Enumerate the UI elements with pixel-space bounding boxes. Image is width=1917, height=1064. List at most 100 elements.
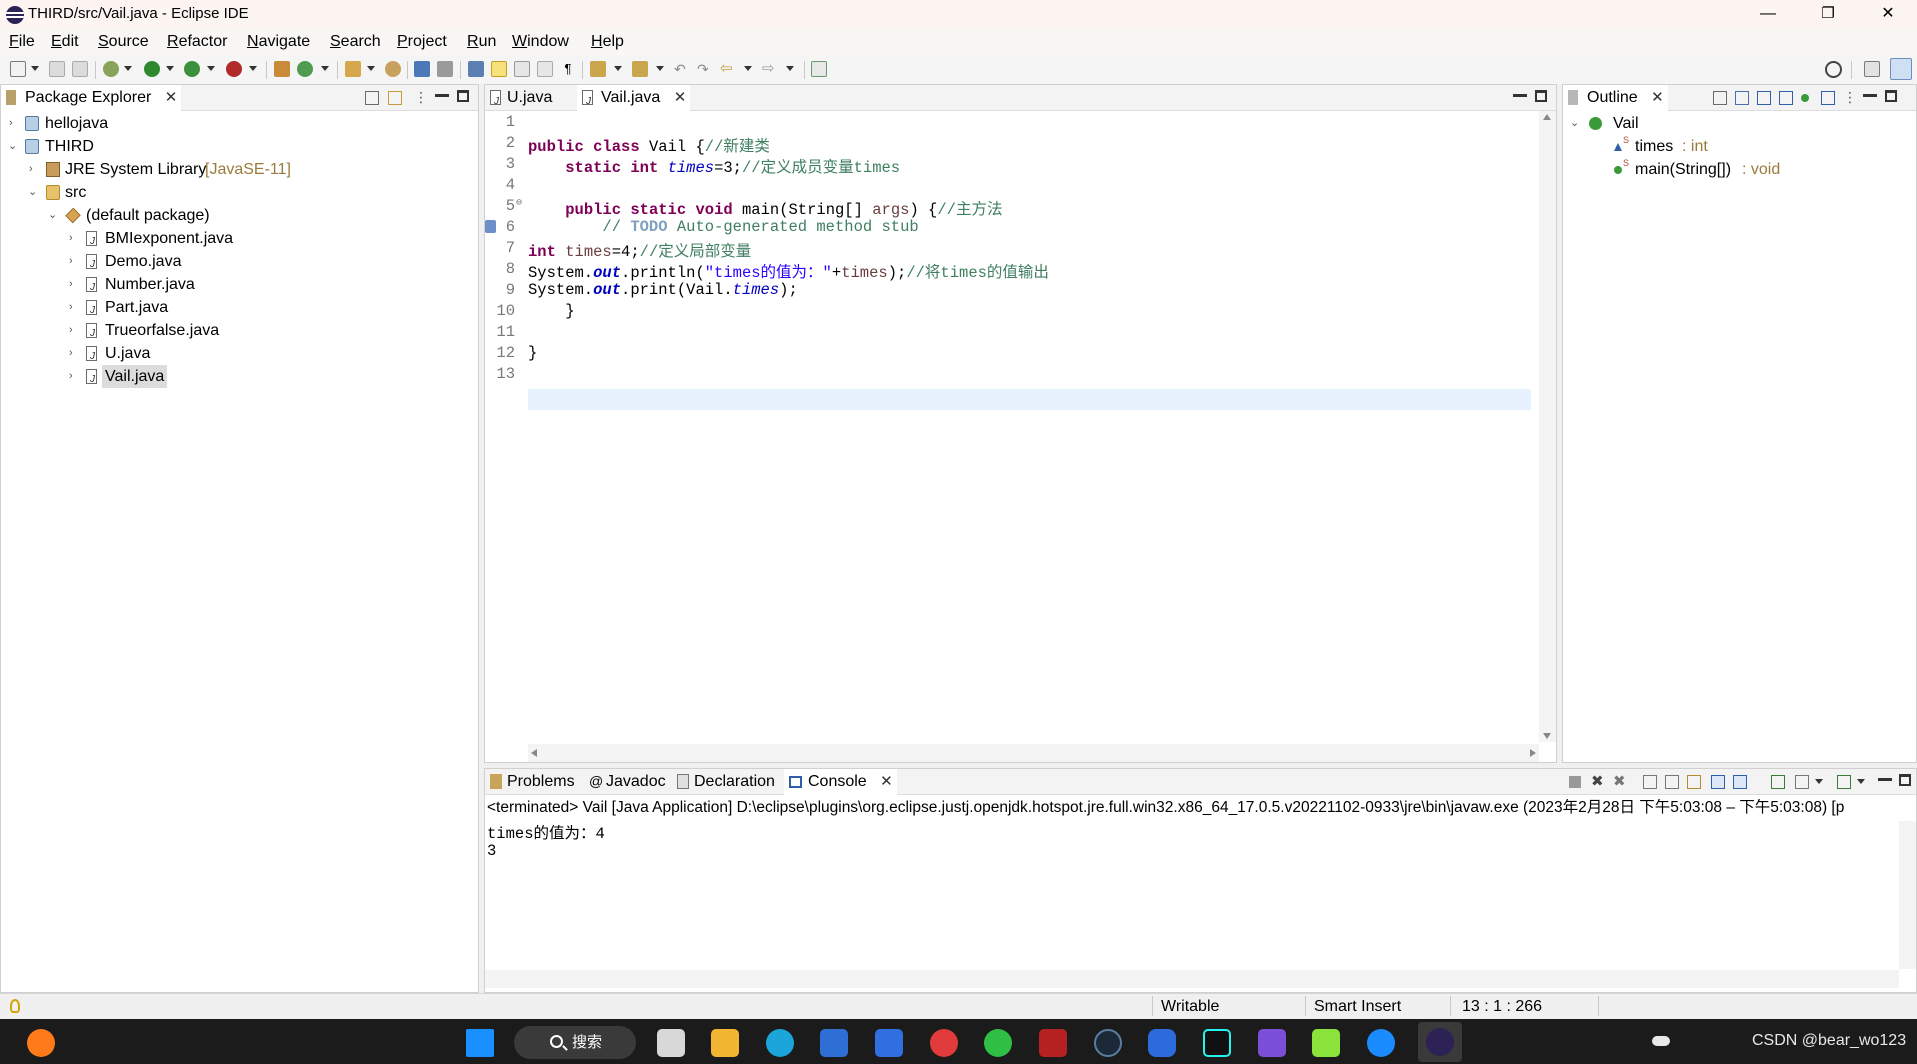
tree-item-hellojava[interactable]: › hellojava (1, 112, 471, 135)
outline-item-class[interactable]: ⌄ Vail (1563, 112, 1903, 135)
settings-app-icon[interactable] (1148, 1029, 1176, 1057)
back-icon[interactable]: ⇦ (720, 61, 736, 77)
debug-icon[interactable] (103, 61, 119, 77)
minimize-panel-icon[interactable] (1863, 94, 1877, 97)
toggle-highlight-icon[interactable] (491, 61, 507, 77)
next-annotation-icon[interactable] (590, 61, 606, 77)
tree-item-third[interactable]: ⌄ THIRD (1, 135, 471, 158)
eclipse-taskbar-button[interactable] (1418, 1022, 1462, 1062)
previous-annotation-dropdown-icon[interactable] (656, 66, 664, 71)
link-with-editor-icon[interactable] (388, 91, 402, 105)
collapse-all-icon[interactable] (1713, 91, 1727, 105)
run-dropdown-icon[interactable] (166, 66, 174, 71)
minimize-panel-icon[interactable] (1513, 94, 1527, 97)
restore-button[interactable]: ❐ (1798, 0, 1858, 30)
cursor-position[interactable]: 13 : 1 : 266 (1462, 998, 1542, 1016)
expand-icon[interactable]: › (69, 348, 79, 359)
tree-item-jre-library[interactable]: › JRE System Library [JavaSE-11] (1, 158, 471, 181)
sort-icon[interactable] (1735, 91, 1749, 105)
expand-icon[interactable]: › (69, 233, 79, 244)
minimize-button[interactable]: — (1738, 0, 1798, 30)
terminate-icon[interactable] (1569, 776, 1581, 788)
next-annotation-dropdown-icon[interactable] (614, 66, 622, 71)
menu-edit[interactable]: Edit (51, 33, 79, 51)
menu-window[interactable]: Window (512, 33, 569, 51)
tree-item-file[interactable]: › Number.java (1, 273, 471, 299)
file-explorer-icon[interactable] (711, 1029, 739, 1057)
expand-icon[interactable]: › (29, 164, 39, 175)
new-icon[interactable] (10, 61, 26, 77)
tree-item-file[interactable]: › Trueorfalse.java (1, 319, 471, 345)
new-java-class-icon[interactable] (297, 61, 313, 77)
display-console-dropdown-icon[interactable] (1815, 779, 1823, 784)
terminal-icon[interactable] (414, 61, 430, 77)
open-console-icon[interactable] (1837, 775, 1851, 789)
expand-icon[interactable]: › (9, 118, 19, 129)
vertical-scrollbar[interactable] (1539, 111, 1556, 742)
browser-app-icon[interactable] (1367, 1029, 1395, 1057)
toggle-mark-icon[interactable] (437, 61, 453, 77)
back-dropdown-icon[interactable] (744, 66, 752, 71)
close-tab-icon[interactable]: ✕ (674, 85, 687, 111)
minimize-panel-icon[interactable] (1878, 778, 1892, 781)
view-menu-icon[interactable]: ⋮ (414, 90, 428, 105)
tab-u-java[interactable]: U.java (485, 85, 564, 115)
save-icon[interactable] (49, 61, 65, 77)
game-launcher-icon[interactable] (1039, 1029, 1067, 1057)
outline-item-field[interactable]: S times : int (1563, 135, 1903, 158)
taskbar-search[interactable]: 搜索 (514, 1026, 636, 1059)
collapse-icon[interactable]: ⌄ (8, 141, 18, 152)
netease-music-icon[interactable] (930, 1029, 958, 1057)
forward-edit-icon[interactable]: ↷ (697, 61, 713, 77)
tiktok-icon[interactable] (1203, 1029, 1231, 1057)
close-tab-icon[interactable]: ✕ (880, 769, 893, 795)
expand-icon[interactable]: › (69, 371, 79, 382)
show-stderr-icon[interactable] (1733, 775, 1747, 789)
run-icon[interactable] (144, 61, 160, 77)
edge-browser-icon[interactable] (766, 1029, 794, 1057)
weather-widget-icon[interactable] (27, 1029, 55, 1057)
maximize-panel-icon[interactable] (1535, 90, 1547, 102)
collapse-icon[interactable]: ⌄ (28, 187, 38, 198)
display-console-icon[interactable] (1795, 775, 1809, 789)
console-vertical-scrollbar[interactable] (1899, 821, 1916, 969)
tab-vail-java[interactable]: Vail.java ✕ (577, 85, 691, 115)
tree-item-default-package[interactable]: ⌄ (default package) (1, 204, 471, 227)
tab-problems[interactable]: Problems (485, 769, 581, 795)
maximize-panel-icon[interactable] (457, 90, 469, 102)
menu-navigate[interactable]: Navigate (247, 33, 310, 51)
baidu-icon[interactable] (875, 1029, 903, 1057)
open-task-icon[interactable] (468, 61, 484, 77)
wechat-icon[interactable] (984, 1029, 1012, 1057)
tab-outline[interactable]: Outline ✕ (1563, 85, 1668, 111)
menu-source[interactable]: Source (98, 33, 149, 51)
kook-icon[interactable] (1312, 1029, 1340, 1057)
external-tools-dropdown-icon[interactable] (249, 66, 257, 71)
external-tools-icon[interactable] (226, 61, 242, 77)
outline-item-method[interactable]: S main(String[]) : void (1563, 158, 1903, 181)
open-type-dropdown-icon[interactable] (367, 66, 375, 71)
code-editor[interactable]: 1 2 3 4 5 ⊖ 6 7 8 9 10 11 12 13 public c… (485, 111, 1556, 762)
close-button[interactable]: ✕ (1858, 0, 1917, 30)
new-java-project-icon[interactable] (274, 61, 290, 77)
console-horizontal-scrollbar[interactable] (485, 970, 1899, 988)
tree-item-file[interactable]: › Part.java (1, 296, 471, 322)
tree-item-file-selected[interactable]: › Vail.java (1, 365, 471, 391)
tab-declaration[interactable]: Declaration (672, 769, 781, 795)
forward-dropdown-icon[interactable] (786, 66, 794, 71)
tree-item-file[interactable]: › Demo.java (1, 250, 471, 276)
menu-help[interactable]: Help (591, 33, 624, 51)
cloud-icon[interactable] (1652, 1036, 1670, 1046)
new-dropdown-icon[interactable] (31, 66, 39, 71)
minimize-panel-icon[interactable] (435, 94, 449, 97)
menu-file[interactable]: File (9, 33, 35, 51)
horizontal-scrollbar[interactable] (528, 744, 1539, 762)
forward-icon[interactable]: ⇨ (762, 61, 778, 77)
clear-console-icon[interactable] (1643, 775, 1657, 789)
search-icon[interactable] (1825, 61, 1842, 78)
collapse-all-icon[interactable] (365, 91, 379, 105)
tree-item-file[interactable]: › U.java (1, 342, 471, 368)
menu-search[interactable]: Search (330, 33, 381, 51)
insert-mode-status[interactable]: Smart Insert (1314, 998, 1401, 1016)
remove-all-terminated-icon[interactable]: ✖ (1613, 774, 1627, 789)
